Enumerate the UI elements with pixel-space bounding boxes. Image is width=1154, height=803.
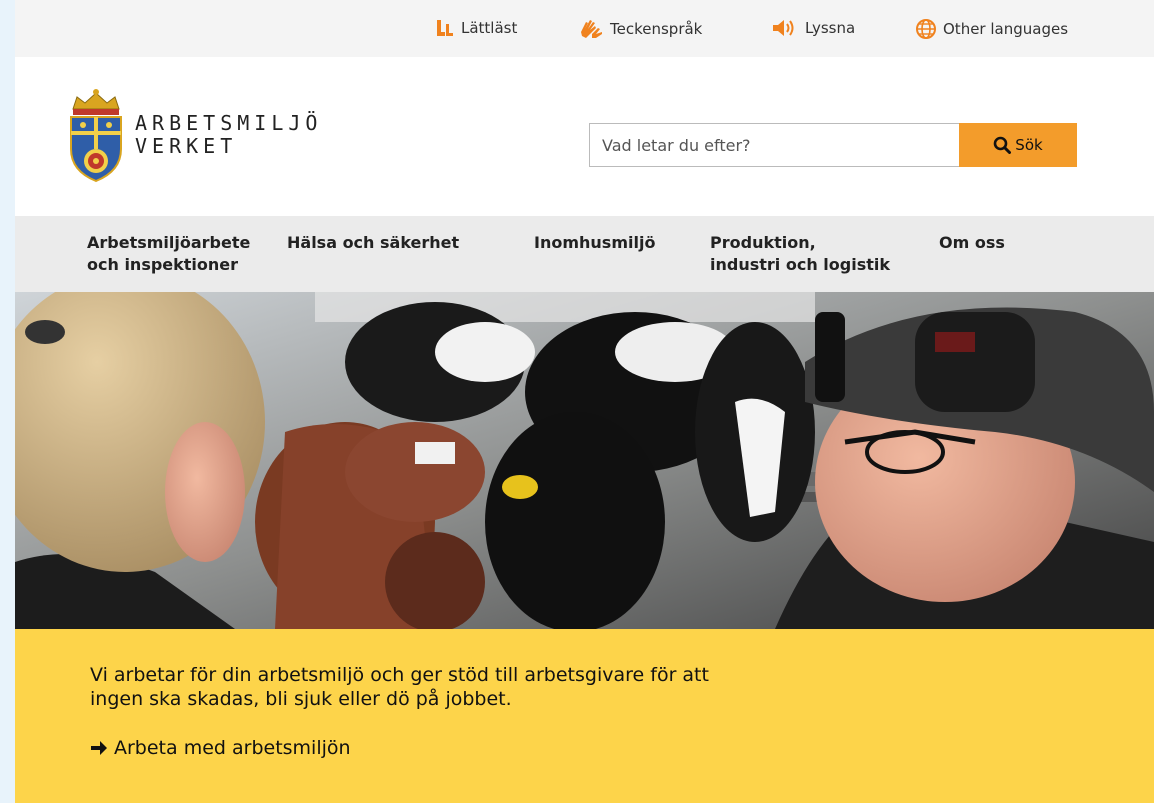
nav-label-line1: Inomhusmiljö [534,233,656,252]
intro-banner: Vi arbetar för din arbetsmiljö och ger s… [15,629,1154,803]
logo-line1: ARBETSMILJÖ [135,111,323,135]
speaker-icon [773,20,794,36]
nav-label-line1: Hälsa och säkerhet [287,233,460,252]
nav-label-line1: Om oss [939,233,1005,252]
globe-icon [916,19,936,39]
main-nav: Arbetsmiljöarbete och inspektioner Hälsa… [15,216,1154,292]
logo-text: ARBETSMILJÖ VERKET [135,112,322,158]
other-languages-label: Other languages [943,20,1069,38]
search-button-label: Sök [1015,136,1043,154]
easy-read-label: Lättläst [461,19,518,37]
banner-link-label: Arbeta med arbetsmiljön [114,737,351,759]
coat-of-arms-icon [70,89,122,183]
nav-item-om-oss[interactable]: Om oss [939,232,1139,254]
sign-language-link[interactable]: Teckenspråk [578,18,702,40]
utility-bar: Lättläst Teckenspråk Lyssna Other langua… [15,0,1154,57]
site-logo[interactable]: ARBETSMILJÖ VERKET [65,87,322,183]
nav-item-inomhusmiljo[interactable]: Inomhusmiljö [534,232,734,254]
sign-language-icon [581,20,602,38]
other-languages-link[interactable]: Other languages [915,18,1068,40]
sign-language-label: Teckenspråk [610,20,703,38]
nav-label-line1: Produktion, [710,233,816,252]
search-input[interactable] [589,123,959,167]
easy-read-icon [437,20,453,36]
logo-line2: VERKET [135,134,238,158]
search-icon [993,136,1012,154]
banner-link[interactable]: Arbeta med arbetsmiljön [90,737,351,759]
nav-label-line1: Arbetsmiljöarbete [87,233,251,252]
search-button[interactable]: Sök [959,123,1077,167]
listen-link[interactable]: Lyssna [771,18,855,38]
banner-text: Vi arbetar för din arbetsmiljö och ger s… [90,664,709,710]
nav-item-produktion[interactable]: Produktion, industri och logistik [710,232,910,276]
easy-read-link[interactable]: Lättläst [435,18,517,38]
listen-label: Lyssna [805,19,856,37]
site-header: ARBETSMILJÖ VERKET Sök [15,57,1154,216]
page: Lättläst Teckenspråk Lyssna Other langua… [15,0,1154,803]
search-form: Sök [589,123,1077,167]
hero-illustration [15,292,1154,629]
nav-label-line2: och inspektioner [87,255,239,274]
hero-image [15,292,1154,629]
arrow-right-icon [91,741,107,755]
nav-label-line2: industri och logistik [710,255,890,274]
nav-item-arbetsmiljoarbete[interactable]: Arbetsmiljöarbete och inspektioner [87,232,287,276]
nav-item-halsa[interactable]: Hälsa och säkerhet [287,232,487,254]
